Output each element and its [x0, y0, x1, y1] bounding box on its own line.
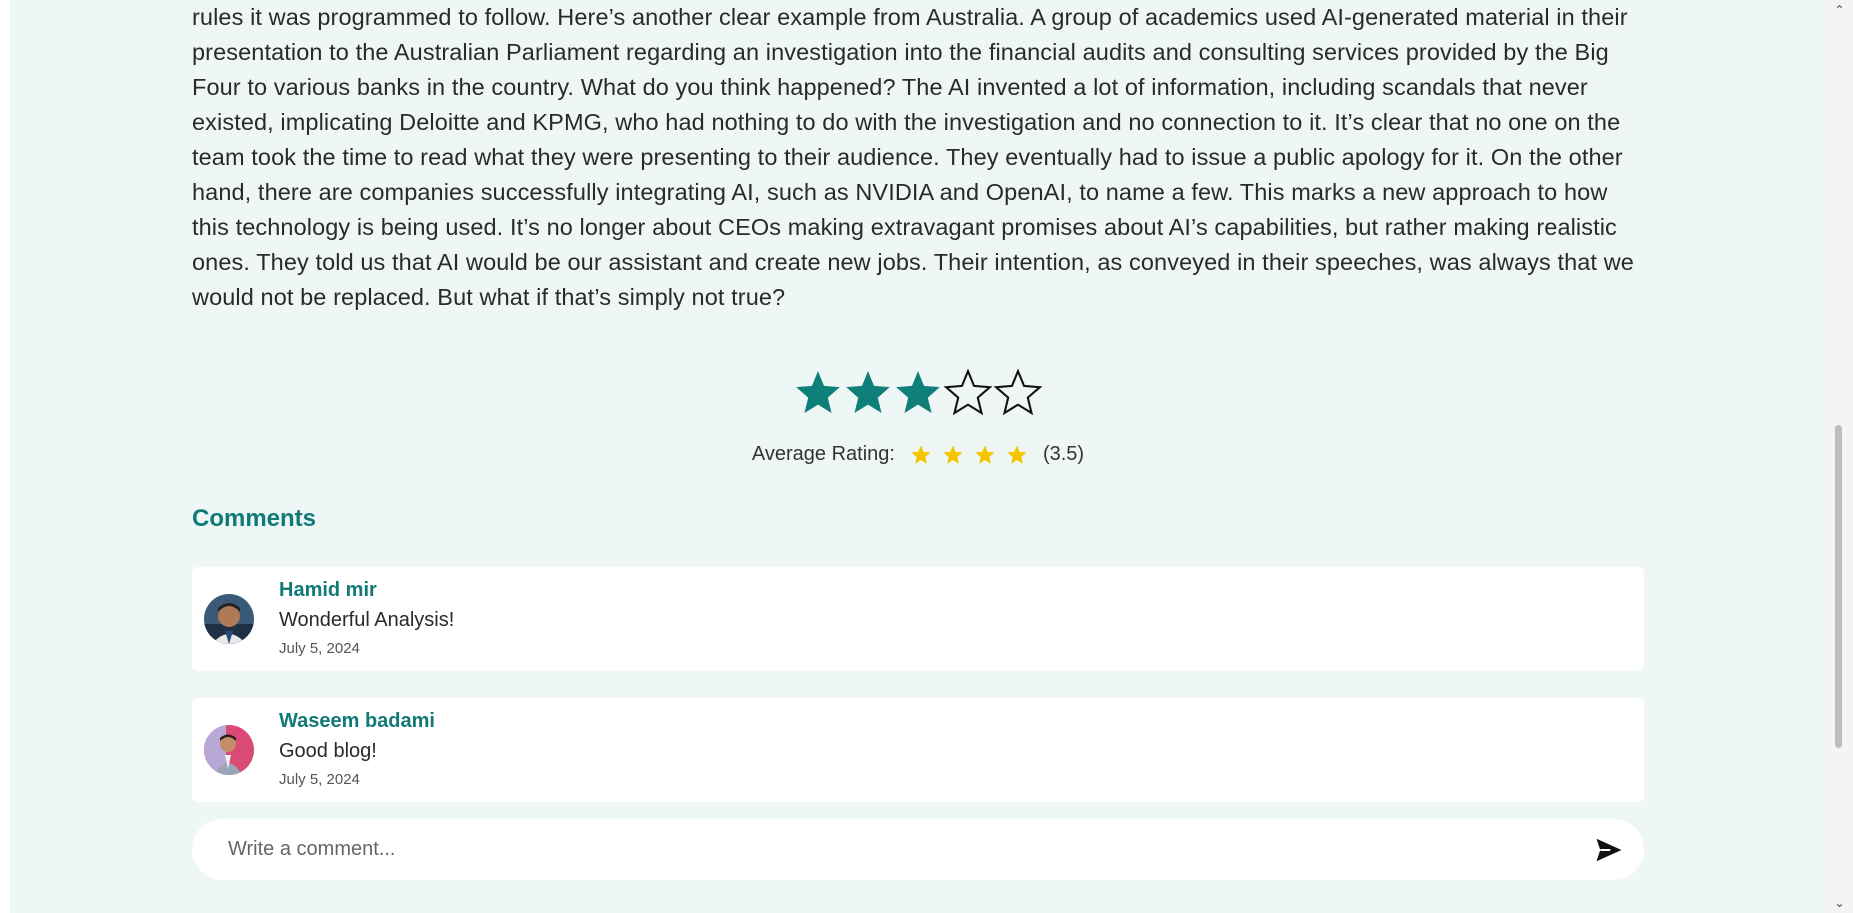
user-rating-stars — [192, 368, 1644, 418]
scrollbar-thumb[interactable] — [1835, 425, 1842, 748]
comment-author[interactable]: Hamid mir — [279, 579, 377, 602]
send-icon[interactable] — [1594, 835, 1624, 865]
comment-form — [192, 819, 1644, 880]
rating-star-5-icon[interactable] — [993, 368, 1043, 418]
rating-star-1-icon[interactable] — [793, 368, 843, 418]
comment-card: Waseem badami Good blog! July 5, 2024 — [192, 698, 1644, 802]
user-rating-widget — [192, 368, 1644, 418]
average-star-4-icon — [1006, 444, 1028, 466]
average-star-2-icon — [942, 444, 964, 466]
comment-date: July 5, 2024 — [279, 640, 360, 657]
rating-star-3-icon[interactable] — [893, 368, 943, 418]
comment-input[interactable] — [228, 819, 1528, 880]
comment-author[interactable]: Waseem badami — [279, 710, 435, 733]
vertical-scrollbar[interactable]: ⌃ ⌄ — [1826, 0, 1853, 913]
average-star-3-icon — [974, 444, 996, 466]
chevron-down-icon[interactable]: ⌄ — [1826, 893, 1853, 913]
comment-text: Wonderful Analysis! — [279, 609, 455, 631]
page-background: rules it was programmed to follow. Here’… — [10, 0, 1826, 913]
comments-heading: Comments — [192, 505, 317, 532]
blog-content: rules it was programmed to follow. Here’… — [192, 0, 1644, 880]
rating-star-4-icon[interactable] — [943, 368, 993, 418]
average-rating: Average Rating: (3.5) — [192, 443, 1644, 466]
comment-card: Hamid mir Wonderful Analysis! July 5, 20… — [192, 567, 1644, 671]
comment-date: July 5, 2024 — [279, 771, 360, 788]
average-rating-label: Average Rating: — [751, 443, 895, 465]
comment-text: Good blog! — [279, 740, 377, 762]
chevron-up-icon[interactable]: ⌃ — [1826, 0, 1853, 20]
average-star-1-icon — [910, 444, 932, 466]
average-rating-value: (3.5) — [1042, 443, 1085, 465]
article-paragraph: rules it was programmed to follow. Here’… — [192, 4, 1634, 310]
avatar — [204, 725, 254, 775]
avatar — [204, 594, 254, 644]
rating-star-2-icon[interactable] — [843, 368, 893, 418]
